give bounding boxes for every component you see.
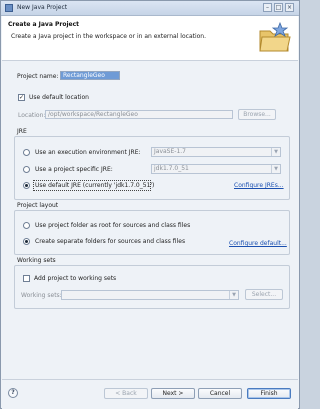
radio-selected-dot [25,184,28,187]
maximize-button[interactable]: □ [274,3,283,12]
browse-button[interactable]: Browse... [238,109,276,120]
layout-root-radio[interactable] [23,222,30,229]
wizard-header: Create a Java Project Create a Java proj… [2,16,298,61]
project-name-input[interactable]: RectangleGeo [60,71,120,80]
page-description: Create a Java project in the workspace o… [11,33,207,40]
working-sets-group: Add project to working sets Working sets… [14,265,290,309]
page-title: Create a Java Project [8,21,80,28]
chevron-down-icon: ▼ [271,165,280,173]
jre-project-specific-value: jdk1.7.0_51 [154,165,189,172]
new-folder-icon [259,21,291,52]
close-button[interactable]: × [285,3,294,12]
title-bar[interactable]: New Java Project – □ × [1,1,299,16]
layout-root-label: Use project folder as root for sources a… [35,222,191,229]
jre-project-specific-radio[interactable] [23,166,30,173]
chevron-down-icon: ▼ [229,291,238,299]
window-title: New Java Project [17,4,68,11]
location-label: Location: [18,112,46,119]
minimize-button[interactable]: – [263,3,272,12]
next-button[interactable]: Next > [151,388,195,399]
project-name-label: Project name: [17,73,59,80]
location-input[interactable]: /opt/workspace/RectangleGeo [45,110,233,119]
jre-project-specific-label: Use a project specific JRE: [35,166,113,173]
help-icon[interactable]: ? [8,388,18,398]
layout-separate-label: Create separate folders for sources and … [35,238,186,245]
cancel-button[interactable]: Cancel [198,388,242,399]
layout-group-title: Project layout [17,202,59,209]
configure-jres-link[interactable]: Configure JREs... [234,182,284,189]
layout-group: Use project folder as root for sources a… [14,210,290,255]
jre-default-label: Use default JRE (currently 'jdk1.7.0_51'… [35,182,155,189]
use-default-location-label: Use default location [29,94,89,101]
jre-exec-env-value: JavaSE-1.7 [154,148,186,155]
working-sets-select[interactable]: ▼ [61,290,239,300]
add-to-working-sets-checkbox[interactable] [23,275,30,282]
jre-group: Use an execution environment JRE: JavaSE… [14,136,290,200]
working-sets-label: Working sets: [21,292,62,299]
jre-exec-env-select[interactable]: JavaSE-1.7 ▼ [151,147,281,157]
jre-exec-env-radio[interactable] [23,149,30,156]
radio-selected-dot [25,240,28,243]
layout-separate-radio[interactable] [23,238,30,245]
jre-default-radio[interactable] [23,182,30,189]
select-working-sets-button[interactable]: Select... [245,289,283,300]
wizard-body: Project name: RectangleGeo ✓ Use default… [2,61,298,379]
working-sets-group-title: Working sets [17,257,56,264]
wizard-footer: ? < Back Next > Cancel Finish [2,379,298,409]
chevron-down-icon: ▼ [271,148,280,156]
java-icon [5,4,13,12]
finish-button[interactable]: Finish [247,388,291,399]
jre-project-specific-select[interactable]: jdk1.7.0_51 ▼ [151,164,281,174]
add-to-working-sets-label: Add project to working sets [34,275,117,282]
use-default-location-checkbox[interactable]: ✓ [18,94,25,101]
back-button[interactable]: < Back [104,388,148,399]
configure-default-link[interactable]: Configure default... [229,240,287,247]
dialog-window: New Java Project – □ × Create a Java Pro… [0,0,300,409]
jre-exec-env-label: Use an execution environment JRE: [35,149,141,156]
jre-group-title: JRE [17,128,27,135]
